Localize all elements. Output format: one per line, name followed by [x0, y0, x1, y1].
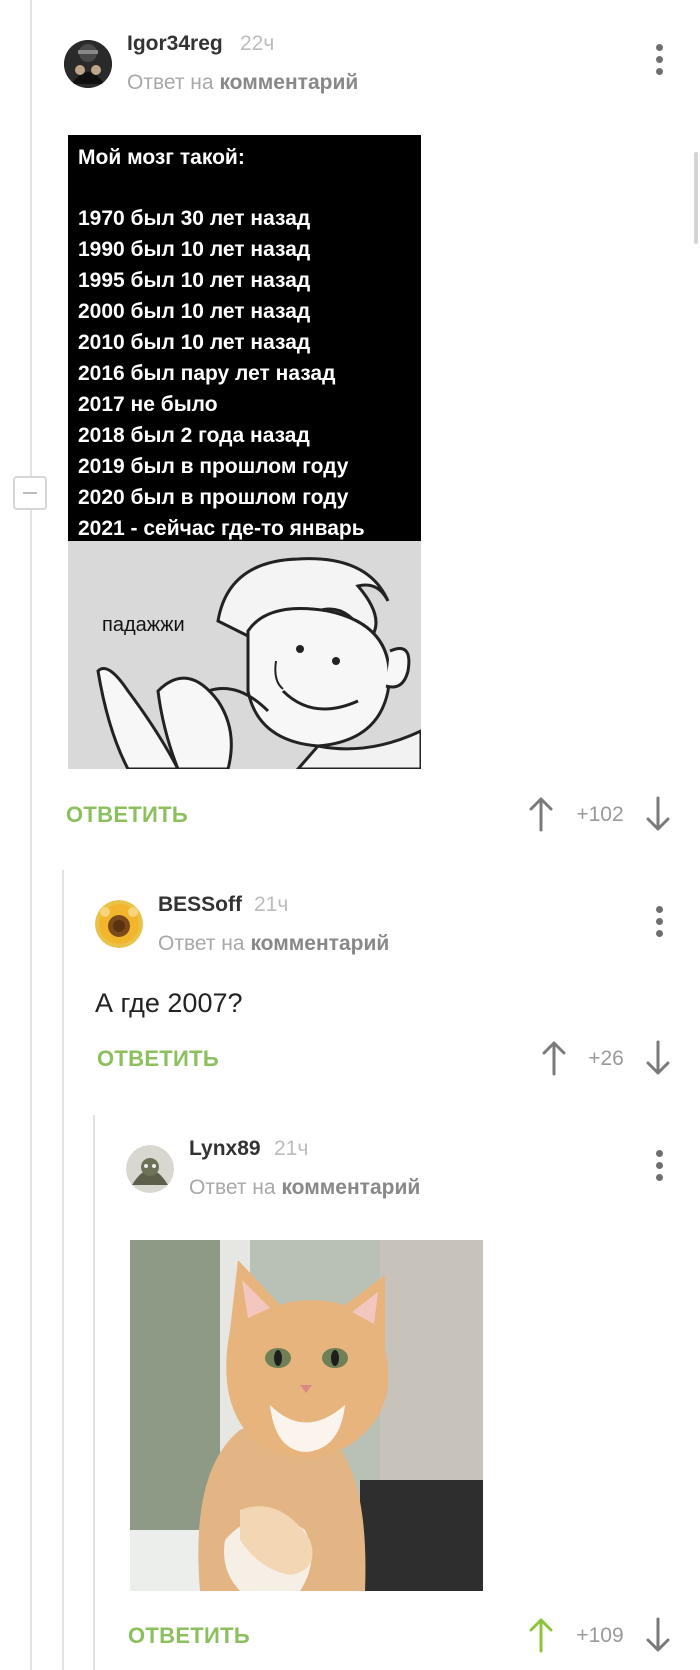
reply-to-link[interactable]: комментарий — [250, 932, 389, 955]
arrow-up-icon[interactable] — [529, 796, 553, 832]
meme-line: 2010 был 10 лет назад — [78, 331, 311, 354]
meme-caption: падажжи — [102, 614, 185, 636]
arrow-up-icon[interactable] — [542, 1040, 566, 1076]
comment-time: 22ч — [240, 32, 275, 55]
meme-line: 2018 был 2 года назад — [78, 424, 310, 447]
username[interactable]: Igor34reg — [127, 32, 223, 56]
vote-score: +26 — [588, 1047, 624, 1070]
avatar[interactable] — [126, 1145, 174, 1193]
reply-prefix: Ответ на — [189, 1176, 276, 1199]
reply-to: Ответ на комментарий — [158, 932, 389, 956]
arrow-down-icon[interactable] — [646, 1617, 670, 1653]
comment-time: 21ч — [274, 1137, 309, 1160]
cat-photo[interactable] — [130, 1240, 483, 1591]
reply-to: Ответ на комментарий — [189, 1176, 420, 1200]
reply-button[interactable]: ОТВЕТИТЬ — [97, 1046, 219, 1072]
arrow-down-icon[interactable] — [646, 796, 670, 832]
meme-line: 2000 был 10 лет назад — [78, 300, 311, 323]
meme-line: 1990 был 10 лет назад — [78, 238, 311, 261]
meme-image-text[interactable]: Мой мозг такой: 1970 был 30 лет назад 19… — [68, 135, 421, 541]
reply-to: Ответ на комментарий — [127, 71, 358, 95]
collapse-thread-icon[interactable] — [13, 476, 47, 510]
meme-line: 1970 был 30 лет назад — [78, 207, 311, 230]
reply-to-link[interactable]: комментарий — [281, 1176, 420, 1199]
meme-line: 2019 был в прошлом году — [78, 455, 349, 478]
meme-image-drawing[interactable]: падажжи — [68, 541, 421, 769]
vote-score: +109 — [576, 1624, 624, 1647]
arrow-down-icon[interactable] — [646, 1040, 670, 1076]
comment-time: 21ч — [254, 893, 289, 916]
more-vertical-icon[interactable] — [654, 904, 664, 940]
more-vertical-icon[interactable] — [654, 42, 664, 78]
thread-line-level-1 — [62, 870, 64, 1670]
username[interactable]: BESSoff — [158, 893, 242, 917]
reply-prefix: Ответ на — [158, 932, 245, 955]
avatar[interactable] — [95, 900, 143, 948]
meme-title: Мой мозг такой: — [78, 146, 245, 169]
avatar[interactable] — [64, 40, 112, 88]
arrow-up-icon[interactable] — [529, 1617, 553, 1653]
more-vertical-icon[interactable] — [654, 1148, 664, 1184]
vote-score: +102 — [576, 803, 624, 826]
thread-line-level-2 — [93, 1115, 95, 1670]
meme-line: 2020 был в прошлом году — [78, 486, 349, 509]
meme-line: 2017 не было — [78, 393, 218, 416]
scrollbar[interactable] — [694, 152, 698, 244]
reply-button[interactable]: ОТВЕТИТЬ — [128, 1623, 250, 1649]
meme-line: 2016 был пару лет назад — [78, 362, 336, 385]
reply-prefix: Ответ на — [127, 71, 214, 94]
username[interactable]: Lynx89 — [189, 1137, 261, 1161]
reply-to-link[interactable]: комментарий — [219, 71, 358, 94]
meme-line: 2021 - сейчас где-то январь — [78, 517, 365, 540]
comment-text: А где 2007? — [95, 988, 243, 1018]
reply-button[interactable]: ОТВЕТИТЬ — [66, 802, 188, 828]
thread-line-root — [30, 0, 32, 1670]
meme-lines: 1970 был 30 лет назад 1990 был 10 лет на… — [78, 203, 411, 544]
meme-line: 1995 был 10 лет назад — [78, 269, 311, 292]
